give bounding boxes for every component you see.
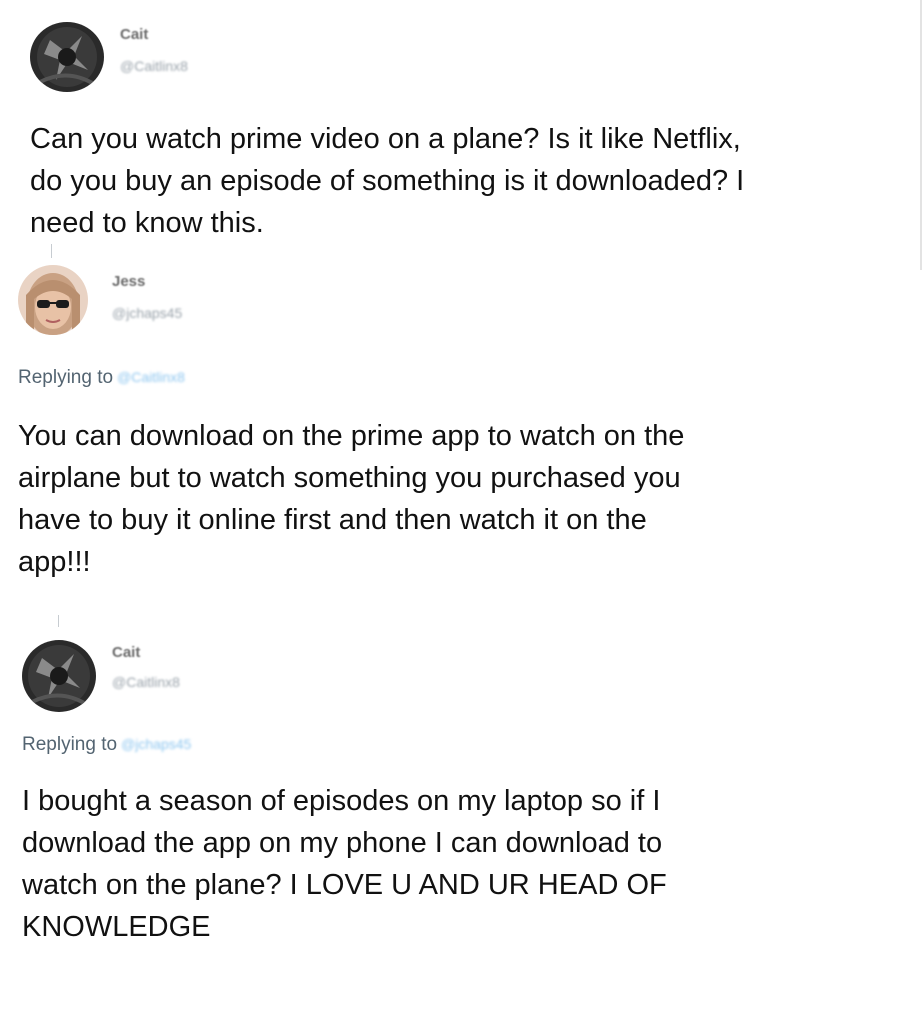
user-handle[interactable]: @Caitlinx8 bbox=[112, 674, 180, 690]
mention-link[interactable]: @jchaps45 bbox=[121, 736, 191, 752]
replying-to: Replying to @Caitlinx8 bbox=[18, 367, 185, 389]
tweet-text: I bought a season of episodes on my lapt… bbox=[22, 785, 667, 943]
display-name[interactable]: Cait bbox=[120, 26, 148, 43]
avatar[interactable] bbox=[30, 22, 104, 92]
mention-link[interactable]: @Caitlinx8 bbox=[117, 369, 185, 385]
tweet-reply: Jess @jchaps45 Replying to @Caitlinx8 You… bbox=[0, 245, 924, 627]
avatar[interactable] bbox=[18, 265, 88, 335]
tweet-reply: Cait @Caitlinx8 Replying to @jchaps45 I b… bbox=[0, 620, 924, 1015]
user-handle[interactable]: @Caitlinx8 bbox=[120, 58, 188, 74]
tweet-divider bbox=[920, 0, 922, 270]
avatar[interactable] bbox=[22, 640, 96, 712]
tweet-text: Can you watch prime video on a plane? Is… bbox=[30, 123, 745, 239]
display-name[interactable]: Jess bbox=[112, 273, 145, 290]
dark-grey-avatar-icon bbox=[22, 640, 96, 712]
tweet-original: Cait @Caitlinx8 Can you watch prime vide… bbox=[0, 0, 924, 270]
replying-to-label: Replying to bbox=[18, 367, 114, 388]
user-handle[interactable]: @jchaps45 bbox=[112, 305, 182, 321]
dark-grey-avatar-icon bbox=[30, 22, 104, 92]
replying-to-label: Replying to bbox=[22, 734, 118, 755]
display-name[interactable]: Cait bbox=[112, 644, 140, 661]
tweet-text: You can download on the prime app to wat… bbox=[18, 420, 685, 578]
person-with-sunglasses-avatar-icon bbox=[18, 265, 88, 335]
replying-to: Replying to @jchaps45 bbox=[22, 734, 191, 756]
